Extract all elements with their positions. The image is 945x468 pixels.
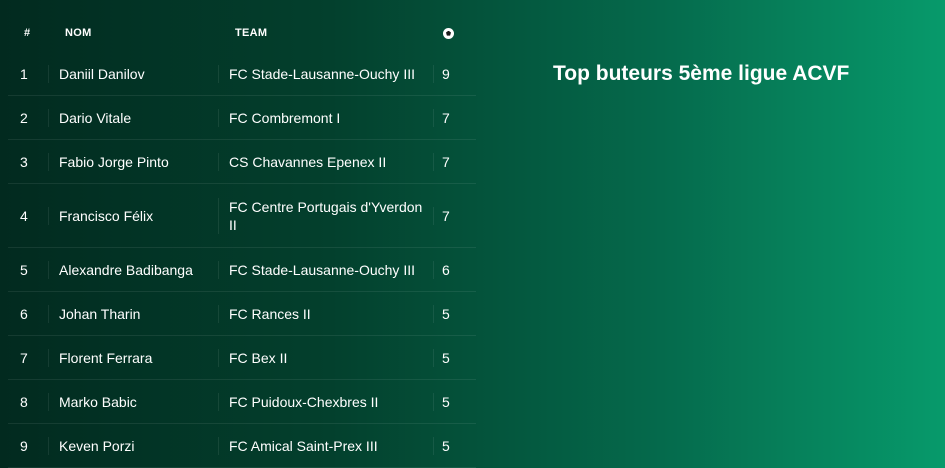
header-goals [433,27,476,39]
header-rank: # [24,27,31,39]
table-row: 3 Fabio Jorge Pinto CS Chavannes Epenex … [8,140,476,184]
table-row: 8 Marko Babic FC Puidoux-Chexbres II 5 [8,380,476,424]
row-rank: 5 [20,261,28,278]
table-row: 4 Francisco Félix FC Centre Portugais d'… [8,184,476,248]
header-name: NOM [65,27,92,39]
row-team: FC Stade-Lausanne-Ouchy III [218,64,433,83]
row-rank: 8 [20,393,28,410]
table-header: # NOM TEAM [8,14,476,52]
row-rank: 7 [20,349,28,366]
table-row: 6 Johan Tharin FC Rances II 5 [8,292,476,336]
row-team: FC Amical Saint-Prex III [218,436,433,455]
row-goals: 5 [433,304,476,323]
row-rank: 1 [20,65,28,82]
soccer-ball-icon [443,27,454,39]
scorers-table: # NOM TEAM 1 Daniil Danilov FC Stade-Lau… [8,14,476,468]
row-team: FC Puidoux-Chexbres II [218,392,433,411]
row-name: Daniil Danilov [48,64,218,83]
row-rank: 4 [20,207,28,224]
row-goals: 5 [433,392,476,411]
row-name: Florent Ferrara [48,348,218,367]
row-goals: 9 [433,64,476,83]
row-team: FC Centre Portugais d'Yverdon II [218,197,433,234]
table-row: 1 Daniil Danilov FC Stade-Lausanne-Ouchy… [8,52,476,96]
row-name: Marko Babic [48,392,218,411]
row-rank: 3 [20,153,28,170]
page-title: Top buteurs 5ème ligue ACVF [553,62,850,85]
row-name: Keven Porzi [48,436,218,455]
table-row: 9 Keven Porzi FC Amical Saint-Prex III 5 [8,424,476,468]
row-goals: 6 [433,260,476,279]
row-name: Alexandre Badibanga [48,260,218,279]
row-team: FC Stade-Lausanne-Ouchy III [218,260,433,279]
row-rank: 6 [20,305,28,322]
row-name: Francisco Félix [48,206,218,225]
table-row: 2 Dario Vitale FC Combremont I 7 [8,96,476,140]
row-name: Johan Tharin [48,304,218,323]
row-team: FC Bex II [218,348,433,367]
table-row: 7 Florent Ferrara FC Bex II 5 [8,336,476,380]
row-name: Fabio Jorge Pinto [48,152,218,171]
row-goals: 7 [433,108,476,127]
row-goals: 5 [433,436,476,455]
row-rank: 9 [20,437,28,454]
row-team: FC Combremont I [218,108,433,127]
table-row: 5 Alexandre Badibanga FC Stade-Lausanne-… [8,248,476,292]
row-rank: 2 [20,109,28,126]
header-team: TEAM [235,27,268,39]
row-goals: 7 [433,152,476,171]
row-name: Dario Vitale [48,108,218,127]
row-goals: 5 [433,348,476,367]
row-goals: 7 [433,206,476,225]
row-team: FC Rances II [218,304,433,323]
row-team: CS Chavannes Epenex II [218,152,433,171]
